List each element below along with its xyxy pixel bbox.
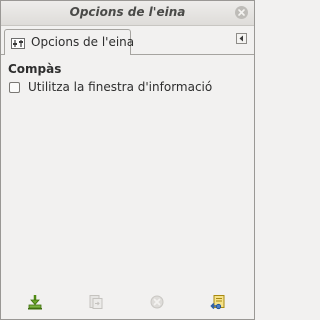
tab-tool-options[interactable]: Opcions de l'eina bbox=[4, 29, 135, 55]
tool-options-window: Opcions de l'eina Opcions de l'eina Comp… bbox=[0, 0, 255, 320]
tab-menu-icon[interactable] bbox=[236, 33, 247, 44]
tab-gap bbox=[5, 54, 130, 56]
tab-label: Opcions de l'eina bbox=[31, 35, 135, 49]
close-icon bbox=[238, 9, 245, 16]
section-title: Compàs bbox=[8, 62, 62, 76]
save-options-button[interactable] bbox=[23, 290, 47, 314]
delete-icon bbox=[150, 295, 164, 309]
reset-options-button[interactable] bbox=[206, 290, 230, 314]
restore-options-button[interactable] bbox=[84, 290, 108, 314]
save-icon bbox=[28, 295, 42, 310]
delete-options-button[interactable] bbox=[145, 290, 169, 314]
bottom-button-bar bbox=[1, 287, 254, 317]
use-info-window-label[interactable]: Utilitza la finestra d'informació bbox=[28, 80, 212, 94]
use-info-window-checkbox[interactable] bbox=[9, 82, 20, 93]
window-title: Opcions de l'eina bbox=[69, 5, 186, 19]
dock-tab-bar: Opcions de l'eina bbox=[1, 26, 254, 55]
reset-icon bbox=[210, 295, 225, 310]
restore-icon bbox=[89, 295, 103, 309]
titlebar[interactable]: Opcions de l'eina bbox=[1, 1, 254, 26]
close-button[interactable] bbox=[235, 6, 248, 19]
tool-options-icon bbox=[11, 38, 25, 49]
